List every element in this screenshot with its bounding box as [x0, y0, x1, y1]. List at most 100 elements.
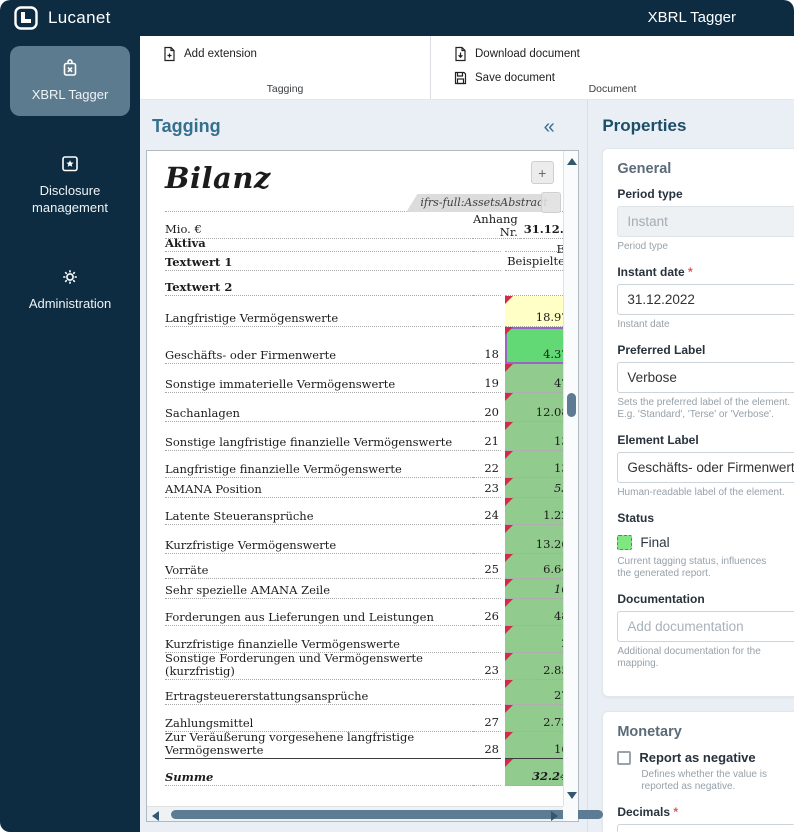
- row-label: Latente Steueransprüche: [165, 498, 473, 525]
- horizontal-scroll-thumb[interactable]: [171, 810, 603, 819]
- card-heading: General: [617, 161, 794, 177]
- app-title: XBRL Tagger: [648, 9, 736, 26]
- scroll-left-arrow[interactable]: [152, 811, 159, 821]
- field-helper: Additional documentation for the: [617, 646, 794, 657]
- row-anhang-nr: 21: [473, 422, 501, 451]
- sidebar-item-disclosure-management[interactable]: Disclosure management: [10, 142, 130, 229]
- value-cell-2022[interactable]: 1.224: [505, 498, 563, 525]
- row-label: Sehr spezielle AMANA Zeile: [165, 579, 473, 599]
- row-label: Sonstige immaterielle Vermögenswerte: [165, 364, 473, 393]
- field-label: Element Label: [617, 433, 794, 447]
- horizontal-scrollbar[interactable]: [147, 806, 563, 821]
- report-as-negative-checkbox[interactable]: [617, 751, 631, 765]
- add-document-icon: [162, 46, 177, 62]
- row-anhang-nr: [473, 626, 501, 653]
- sidebar-item-label: XBRL Tagger: [14, 87, 126, 103]
- tag-chip-action-button[interactable]: [541, 192, 561, 213]
- table-row: Geschäfts- oder Firmenwerte184.3792.890: [165, 327, 563, 364]
- instant-date-input[interactable]: [617, 284, 794, 315]
- header-anhang-nr: Anhang Nr.: [473, 211, 520, 239]
- table-row: Kurzfristige finanzielle Vermögenswerte2…: [165, 626, 563, 653]
- row-label: Zur Veräußerung vorgesehene langfristige…: [165, 732, 473, 759]
- status-value: Final: [617, 530, 794, 552]
- value-cell-2022[interactable]: 536: [505, 478, 563, 498]
- properties-cards: GeneralPeriod typePeriod typeInstant dat…: [602, 148, 794, 832]
- download-document-button[interactable]: Download document: [453, 46, 580, 62]
- value-cell-2022[interactable]: 18.979: [505, 296, 563, 327]
- scroll-up-arrow[interactable]: [567, 158, 577, 165]
- balance-table-body: AktivaTextwert 1Ein BeispieltextTextwert…: [165, 239, 563, 786]
- table-row: Ertragsteuererstattungsansprüche279184: [165, 680, 563, 705]
- scroll-right-arrow[interactable]: [551, 811, 558, 821]
- checkbox-label: Report as negative: [639, 750, 755, 765]
- toolbar-group-tagging: Add extension Tagging: [140, 36, 430, 99]
- field-helper: Instant date: [617, 319, 794, 330]
- status-color-swatch: [617, 535, 632, 550]
- table-header: Mio. € Anhang Nr. 31.12.2022 31.12.2021: [165, 211, 563, 239]
- value-cell-2022[interactable]: 279: [505, 680, 563, 705]
- row-anhang-nr: 24: [473, 498, 501, 525]
- toolbar-button-label: Download document: [475, 48, 580, 60]
- value-cell-2022[interactable]: 32.248: [505, 759, 563, 786]
- properties-title: Properties: [602, 116, 794, 136]
- value-cell-2022[interactable]: 481: [505, 599, 563, 626]
- field-helper: Human-readable label of the element.: [617, 487, 794, 498]
- field-helper: the generated report.: [617, 568, 794, 579]
- value-cell-2022[interactable]: 136: [505, 422, 563, 451]
- sidebar-item-xbrl-tagger[interactable]: XBRL Tagger: [10, 46, 130, 116]
- table-row: Sonstige Forderungen und Vermögenswerte …: [165, 653, 563, 680]
- sidebar-item-administration[interactable]: Administration: [10, 255, 130, 325]
- add-tag-button[interactable]: +: [531, 161, 554, 184]
- header-date-2022: 31.12.2022: [524, 211, 563, 239]
- xbrl-tagger-app: Lucanet XBRL Tagger XBRL Tagger Disclosur…: [0, 0, 794, 832]
- decimals-input[interactable]: [617, 824, 794, 832]
- vertical-scroll-thumb[interactable]: [567, 393, 576, 417]
- row-anhang-nr: [473, 579, 501, 599]
- scroll-down-arrow[interactable]: [567, 792, 577, 799]
- xbrl-tag-chip[interactable]: ifrs-full:AssetsAbstract: [406, 194, 559, 212]
- sidebar: XBRL Tagger Disclosure management Administ…: [0, 36, 140, 832]
- row-label: Sachanlagen: [165, 393, 473, 422]
- table-row: Forderungen aus Lieferungen und Leistung…: [165, 599, 563, 626]
- row-anhang-nr: [473, 525, 501, 554]
- row-label: Textwert 2: [165, 271, 473, 296]
- row-anhang-nr: [473, 296, 501, 327]
- documentation-input[interactable]: [617, 611, 794, 642]
- vertical-scrollbar[interactable]: [563, 151, 578, 806]
- table-row: Sonstige langfristige finanzielle Vermög…: [165, 422, 563, 451]
- collapse-panel-icon[interactable]: «: [544, 117, 555, 137]
- value-cell-2022[interactable]: 13.269: [505, 525, 563, 554]
- row-label: Sonstige Forderungen und Vermögenswerte …: [165, 653, 473, 680]
- value-cell-2022[interactable]: 2.851: [505, 653, 563, 680]
- row-anhang-nr: 20: [473, 393, 501, 422]
- star-badge-icon: [14, 153, 126, 175]
- document-page: Bilanz + ifrs-full:AssetsAbstract Mio. €…: [147, 151, 563, 806]
- table-row: Aktiva: [165, 239, 563, 252]
- row-label: Vorräte: [165, 554, 473, 579]
- row-label: AMANA Position: [165, 478, 473, 498]
- row-label: Kurzfristige Vermögenswerte: [165, 525, 473, 554]
- content: Tagging « Bilanz + ifrs-full:AssetsAbstr…: [140, 100, 794, 832]
- period-type-input[interactable]: [617, 206, 794, 237]
- preferred-label-input[interactable]: [617, 362, 794, 393]
- value-cell-2022[interactable]: 21: [505, 626, 563, 653]
- row-label: Sonstige langfristige finanzielle Vermög…: [165, 422, 473, 451]
- value-cell-2022[interactable]: 165: [505, 732, 563, 759]
- value-cell-2022[interactable]: 139: [505, 451, 563, 478]
- table-row: Vorräte256.6404.383: [165, 554, 563, 579]
- toolbar-group-label: Tagging: [140, 83, 430, 95]
- value-cell-2022[interactable]: 12.087: [505, 393, 563, 422]
- row-anhang-nr: [473, 271, 501, 296]
- brand-name: Lucanet: [48, 8, 111, 28]
- value-cell-2022[interactable]: 4.379: [505, 327, 563, 364]
- value-cell-2022[interactable]: 2.732: [505, 705, 563, 732]
- table-row: Sonstige immaterielle Vermögenswerte1947…: [165, 364, 563, 393]
- value-cell-2022[interactable]: 6.640: [505, 554, 563, 579]
- element-label-input[interactable]: [617, 452, 794, 483]
- add-extension-button[interactable]: Add extension: [162, 46, 257, 62]
- toolbar-group-document: Download documentSave documentDocument: [430, 36, 794, 99]
- row-label: Summe: [165, 759, 473, 786]
- value-cell-2022[interactable]: 100: [505, 579, 563, 599]
- value-cell-2022[interactable]: 478: [505, 364, 563, 393]
- field-helper: Current tagging status, influences: [617, 556, 794, 567]
